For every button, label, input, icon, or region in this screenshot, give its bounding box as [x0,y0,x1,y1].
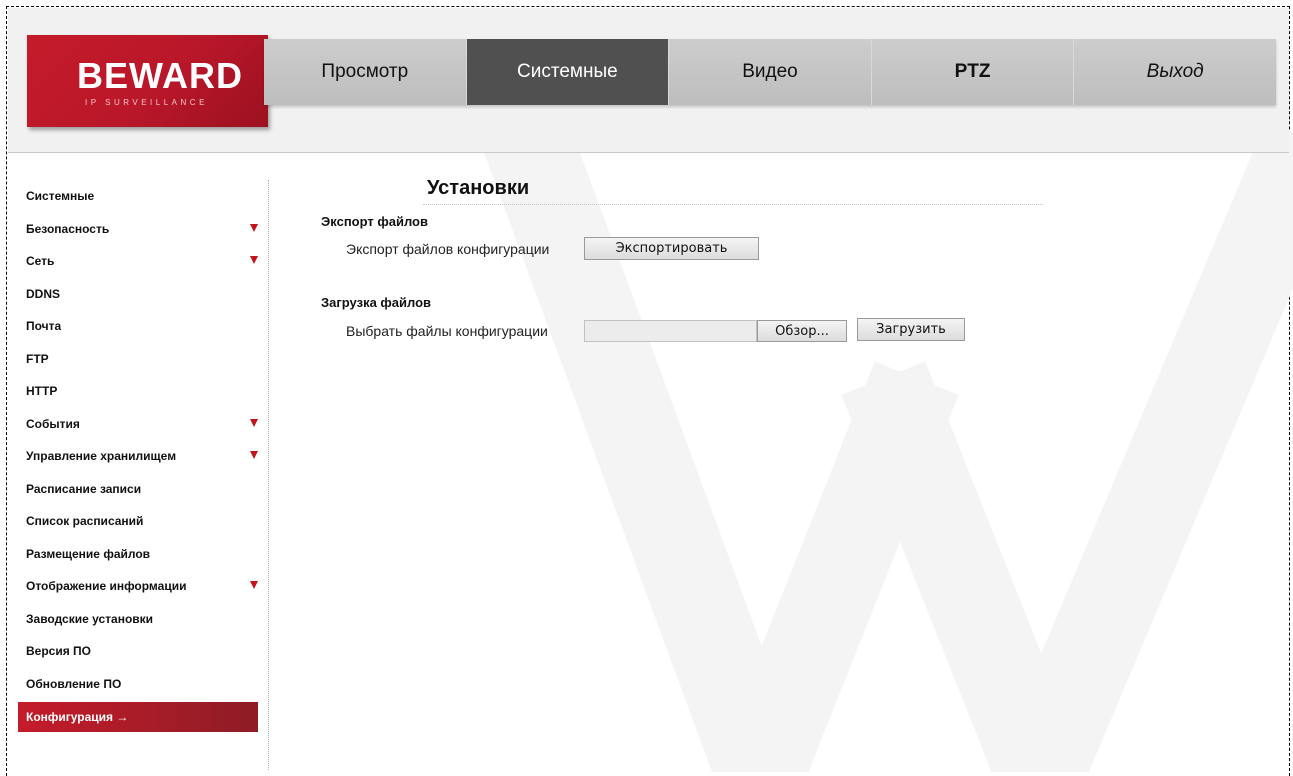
nav-view[interactable]: Просмотр [264,39,467,105]
nav-logout[interactable]: Выход [1074,39,1276,105]
sidebar-item-label: События [26,416,80,431]
sidebar-item-label: Версия ПО [26,644,92,659]
sidebar-menu: Системные Безопасность Сеть DDNS Почта F… [18,180,258,732]
upload-button[interactable]: Загрузить [857,318,965,341]
browse-button[interactable]: Обзор... [757,320,847,342]
sidebar-item-label: Управление хранилищем [26,449,177,464]
logo-tagline: IP SURVEILLANCE [85,98,208,107]
sidebar-item-firmware-update[interactable]: Обновление ПО [18,668,258,701]
nav-ptz[interactable]: PTZ [872,39,1075,105]
sidebar-item-label: Почта [26,319,62,334]
sidebar-item-mail[interactable]: Почта [18,310,258,343]
sidebar-item-info-display[interactable]: Отображение информации [18,570,258,603]
sidebar-item-label: Конфигурация → [26,710,129,724]
sidebar-item-label: Системные [26,189,95,204]
expand-arrow-icon [250,418,258,427]
sidebar-item-label: FTP [26,351,49,366]
export-label: Экспорт файлов конфигурации [346,241,550,257]
sidebar-item-label: Сеть [26,254,55,269]
upload-heading: Загрузка файлов [321,295,432,310]
beward-logo[interactable]: BEWARD IP SURVEILLANCE [27,35,268,127]
sidebar-item-schedule-list[interactable]: Список расписаний [18,505,258,538]
sidebar-item-label: Заводские установки [26,611,154,626]
sidebar-item-ftp[interactable]: FTP [18,343,258,376]
upload-label: Выбрать файлы конфигурации [346,323,548,339]
sidebar-item-factory-defaults[interactable]: Заводские установки [18,603,258,636]
sidebar-item-label: Расписание записи [26,481,142,496]
top-nav: Просмотр Системные Видео PTZ Выход [264,39,1276,105]
sidebar-item-ddns[interactable]: DDNS [18,278,258,311]
sidebar-item-file-location[interactable]: Размещение файлов [18,538,258,571]
sidebar-item-http[interactable]: HTTP [18,375,258,408]
sidebar-item-label: DDNS [26,286,61,301]
config-file-field[interactable] [584,320,757,342]
expand-arrow-icon [250,581,258,589]
sidebar-item-firmware-version[interactable]: Версия ПО [18,635,258,668]
sidebar-item-network[interactable]: Сеть [18,245,258,278]
logo-brand: BEWARD [77,55,243,96]
sidebar-item-label: Обновление ПО [26,676,122,691]
sidebar-item-configuration[interactable]: Конфигурация → [18,702,258,732]
sidebar-divider [268,180,269,770]
nav-system[interactable]: Системные [466,39,670,105]
sidebar-item-label: Размещение файлов [26,546,151,561]
expand-arrow-icon [250,451,258,459]
sidebar-item-record-schedule[interactable]: Расписание записи [18,473,258,506]
expand-arrow-icon [250,223,258,232]
page-title: Установки [427,177,530,199]
expand-arrow-icon [250,256,258,264]
export-heading: Экспорт файлов [321,214,428,229]
export-button[interactable]: Экспортировать [584,237,759,260]
sidebar-item-label: Список расписаний [26,514,144,529]
title-divider [423,204,1043,205]
sidebar-item-system[interactable]: Системные [18,180,258,213]
sidebar-item-events[interactable]: События [18,408,258,441]
sidebar-item-label: Безопасность [26,221,110,236]
sidebar-item-security[interactable]: Безопасность [18,213,258,246]
sidebar-item-label: Отображение информации [26,579,187,594]
nav-video[interactable]: Видео [669,39,872,105]
sidebar-item-label: HTTP [26,384,58,399]
sidebar-item-storage[interactable]: Управление хранилищем [18,440,258,473]
